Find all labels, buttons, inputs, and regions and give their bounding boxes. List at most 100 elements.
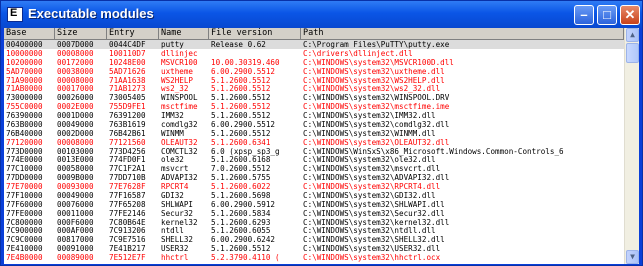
cell-name: ws2_32 xyxy=(161,84,189,94)
table-row[interactable]: 773D0000 00103000 773D4256 COMCTL32 6.0 (xps… xyxy=(4,147,624,156)
cell-file-version: 5.1.2600.5755 xyxy=(211,173,271,183)
scroll-thumb[interactable] xyxy=(626,43,639,63)
table-row[interactable]: 7C9C0000 00817000 7C9E7516 SHELL32 6.00.2900… xyxy=(4,235,624,244)
cell-file-version: 6.00.2900.5912 xyxy=(211,199,276,209)
table-row[interactable]: 00400000 0007D000 0044C4DF putty Release 0.6… xyxy=(4,40,624,49)
table-row[interactable]: 77FE0000 00011000 77FE2146 Secur32 5.1.2600.… xyxy=(4,209,624,218)
cell-file-version: 5.1.2600.5512 xyxy=(211,128,271,138)
cell-entry: 76B42B61 xyxy=(109,128,146,138)
cell-file-version: 5.1.2600.6055 xyxy=(211,226,271,236)
cell-file-version: 5.1.2600.5512 xyxy=(211,244,271,254)
cell-size: 000AF000 xyxy=(57,226,94,236)
cell-size: 00076000 xyxy=(57,199,94,209)
title-bar[interactable]: E Executable modules – □ ✕ xyxy=(1,1,642,28)
cell-file-version: 5.1.2600.5834 xyxy=(211,208,271,218)
maximize-button[interactable]: □ xyxy=(597,5,617,25)
cell-size: 00091000 xyxy=(57,244,94,254)
app-icon: E xyxy=(7,7,23,22)
cell-name: IMM32 xyxy=(161,111,184,120)
cell-path: C:\WINDOWS\system32\WINMM.dll xyxy=(303,128,436,138)
cell-name: WS2HELP xyxy=(161,75,194,85)
cell-name: kernel32 xyxy=(161,217,198,227)
cell-path: C:\WINDOWS\system32\kernel32.dll xyxy=(303,217,450,227)
cell-path: C:\WINDOWS\system32\Secur32.dll xyxy=(303,208,445,218)
table-row[interactable]: 755C0000 0002E000 755D9FE1 msctfime 5.1.2600… xyxy=(4,102,624,111)
cell-base: 774E0000 xyxy=(6,155,43,165)
cell-file-version: 5.1.2600.6293 xyxy=(211,217,271,227)
cell-base: 77E70000 xyxy=(6,182,43,191)
table-row[interactable]: 763B0000 00049000 763B1619 comdlg32 6.00.290… xyxy=(4,120,624,129)
cell-base: 7C900000 xyxy=(6,226,43,236)
cell-path: C:\WINDOWS\system32\comdlg32.dll xyxy=(303,119,450,129)
cell-name: OLEAUT32 xyxy=(161,137,198,147)
column-header-entry[interactable]: Entry xyxy=(107,28,159,40)
table-row[interactable]: 5AD70000 00038000 5AD71626 uxtheme 6.00.2900… xyxy=(4,67,624,76)
cell-path: C:\Program Files\PuTTY\putty.exe xyxy=(303,40,450,49)
table-row[interactable]: 76390000 0001D000 76391200 IMM32 5.1.2600.55… xyxy=(4,111,624,120)
cell-size: 000F6000 xyxy=(57,217,94,227)
cell-path: C:\WINDOWS\system32\IMM32.dll xyxy=(303,111,436,120)
close-icon: ✕ xyxy=(624,7,636,22)
cell-size: 00049000 xyxy=(57,190,94,200)
cell-path: C:\WINDOWS\system32\USER32.dll xyxy=(303,244,441,254)
table-row[interactable]: 7C900000 000AF000 7C913206 ntdll 5.1.2600.60… xyxy=(4,226,624,235)
cell-name: COMCTL32 xyxy=(161,146,198,156)
table-row[interactable]: 77DD0000 0009B000 77DD710B ADVAPI32 5.1.2600… xyxy=(4,173,624,182)
table-row[interactable]: 10200000 00172000 10248E00 MSVCR100 10.00.30… xyxy=(4,58,624,67)
table-row[interactable]: 77120000 00008000 77121560 OLEAUT32 5.1.2600… xyxy=(4,138,624,147)
close-button[interactable]: ✕ xyxy=(620,5,640,25)
down-arrow-icon: ▼ xyxy=(630,252,635,261)
cell-entry: 10248E00 xyxy=(109,57,146,67)
column-header-base[interactable]: Base xyxy=(4,28,55,40)
table-row[interactable]: 77F60000 00076000 77F65208 SHLWAPI 6.00.2900… xyxy=(4,200,624,209)
cell-file-version: 5.1.2600.5512 xyxy=(211,111,271,120)
cell-base: 73000000 xyxy=(6,93,43,103)
module-rows: 00400000 0007D000 0044C4DF putty Release 0.6… xyxy=(4,40,624,264)
cell-size: 00017000 xyxy=(57,84,94,94)
table-row[interactable]: 7C800000 000F6000 7C80B64E kernel32 5.1.2600… xyxy=(4,218,624,227)
table-row[interactable]: 76B40000 0002D000 76B42B61 WINMM 5.1.2600.55… xyxy=(4,129,624,138)
cell-path: C:\WINDOWS\system32\WINSPOOL.DRV xyxy=(303,93,450,103)
table-row[interactable]: 77F10000 00049000 77F16587 GDI32 5.1.2600.56… xyxy=(4,191,624,200)
cell-base: 10200000 xyxy=(6,57,43,67)
column-header-size[interactable]: Size xyxy=(55,28,107,40)
table-row[interactable]: 7E4B0000 00089000 7E512E7F hhctrl 5.2.3790.4… xyxy=(4,253,624,262)
cell-size: 00008000 xyxy=(57,48,94,58)
cell-entry: 73005405 xyxy=(109,93,146,103)
cell-file-version: 5.1.2600.6341 xyxy=(211,137,271,147)
cell-name: SHLWAPI xyxy=(161,199,194,209)
table-row[interactable]: 10000000 00008000 100110D7 dllinjec C:\drive… xyxy=(4,49,624,58)
module-list: Base Size Entry Name File version Path 0… xyxy=(4,28,639,264)
vertical-scrollbar[interactable]: ▲ ▼ xyxy=(624,28,639,264)
cell-file-version xyxy=(209,49,301,58)
cell-base: 77F10000 xyxy=(6,190,43,200)
table-row[interactable]: 71AB0000 00017000 71AB1273 ws2_32 5.1.2600.5… xyxy=(4,84,624,93)
cell-name: ADVAPI32 xyxy=(161,173,198,183)
cell-name: SHELL32 xyxy=(161,235,194,245)
cell-name: ntdll xyxy=(161,226,184,236)
column-header-name[interactable]: Name xyxy=(159,28,209,40)
cell-size: 00172000 xyxy=(57,57,94,67)
cell-size: 00089000 xyxy=(57,253,94,262)
table-row[interactable]: 71A90000 00008000 71AA1638 WS2HELP 5.1.2600.… xyxy=(4,76,624,85)
minimize-button[interactable]: – xyxy=(574,5,594,25)
cell-size: 0002E000 xyxy=(57,102,94,112)
cell-file-version: 5.2.3790.4110 ( xyxy=(211,253,280,262)
table-row[interactable]: 77E70000 00093000 77E7628F RPCRT4 5.1.2600.6… xyxy=(4,182,624,191)
cell-entry: 7C9E7516 xyxy=(109,235,146,245)
cell-base: 77FE0000 xyxy=(6,208,43,218)
table-row[interactable]: 77C10000 00058000 77C1F2A1 msvcrt 7.0.2600.5… xyxy=(4,164,624,173)
table-row[interactable]: 774E0000 0013E000 774FD0F1 ole32 5.1.2600.61… xyxy=(4,155,624,164)
scroll-up-button[interactable]: ▲ xyxy=(626,28,639,42)
cell-size: 00038000 xyxy=(57,66,94,76)
column-header-file-version[interactable]: File version xyxy=(209,28,301,40)
scroll-down-button[interactable]: ▼ xyxy=(626,250,639,264)
cell-file-version: 5.1.2600.5512 xyxy=(211,93,271,103)
cell-entry: 71AA1638 xyxy=(109,75,146,85)
cell-name: hhctrl xyxy=(161,253,189,262)
table-row[interactable]: 7E410000 00091000 7E41B217 USER32 5.1.2600.5… xyxy=(4,244,624,253)
table-row[interactable]: 73000000 00026000 73005405 WINSPOOL 5.1.2600… xyxy=(4,93,624,102)
cell-base: 763B0000 xyxy=(6,119,43,129)
column-header-path[interactable]: Path xyxy=(301,28,624,40)
cell-base: 7C800000 xyxy=(6,217,43,227)
